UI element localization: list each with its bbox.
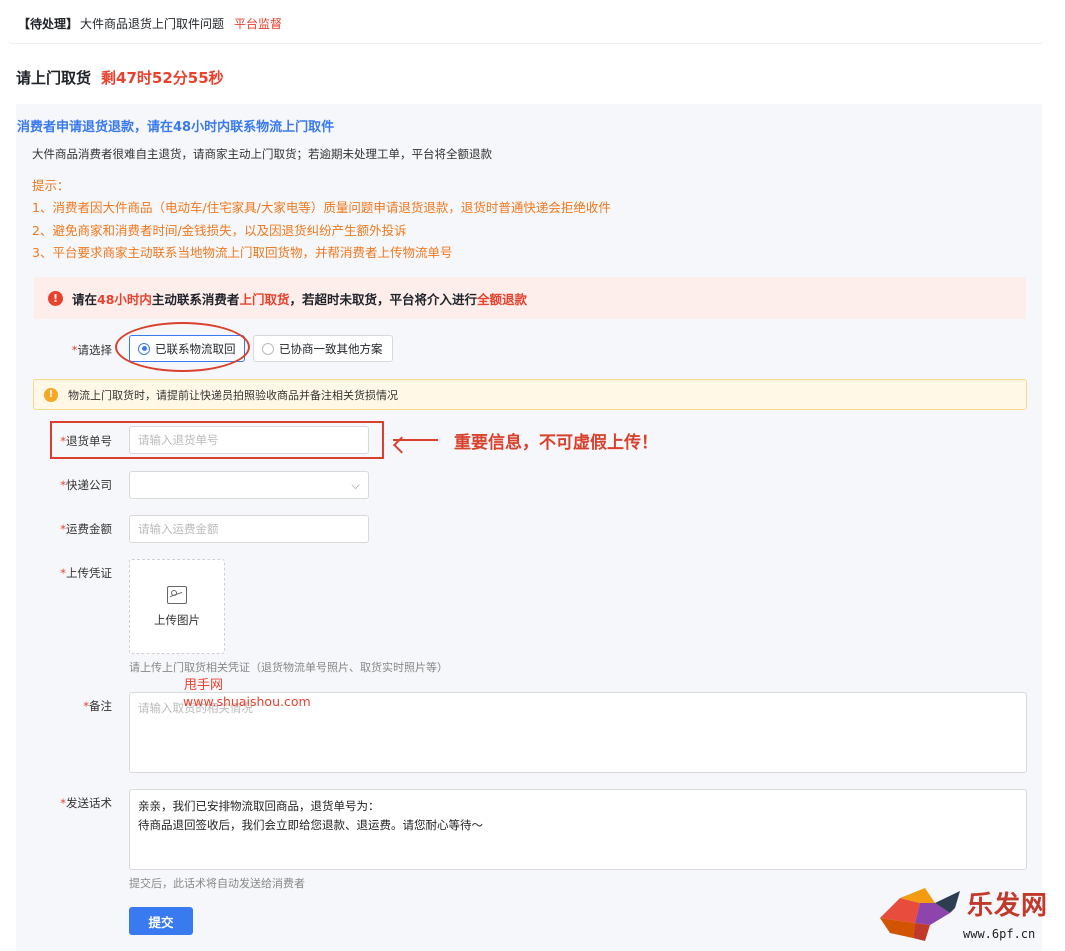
proof-label: *上传凭证 <box>60 566 112 580</box>
tip-item: 3、平台要求商家主动联系当地物流上门取回货物，并帮消费者上传物流单号 <box>32 244 453 260</box>
countdown-timer: 剩47时52分55秒 <box>101 69 224 87</box>
alert-highlight: 全额退款 <box>476 291 527 307</box>
courier-label: *快递公司 <box>60 478 112 492</box>
annotation-box <box>50 421 384 459</box>
watermark-url: www.shuaishou.com <box>183 694 311 709</box>
deadline-alert: ! 请在 48小时内 主动联系消费者 上门取货 ，若超时未取货，平台将介入进行 全额退款 <box>34 277 1026 319</box>
annotation-circle <box>115 322 250 372</box>
tip-item: 1、消费者因大件商品（电动车/住宅家具/大家电等）质量问题申请退货退款，退货时普… <box>32 200 611 216</box>
message-hint: 提交后，此话术将自动发送给消费者 <box>129 877 305 890</box>
annotation-arrow-icon <box>393 439 438 441</box>
annotation-text: 重要信息，不可虚假上传！ <box>454 433 658 453</box>
message-line: 亲亲，我们已安排物流取回商品，退货单号为： <box>138 799 380 813</box>
logo-url: www.6pf.cn <box>963 927 1036 941</box>
site-logo: 乐发网 www.6pf.cn <box>875 883 1060 948</box>
logo-brand: 乐发网 <box>967 891 1049 921</box>
choose-label: *请选择 <box>71 343 112 357</box>
warning-text: 物流上门取货时，请提前让快递员拍照验收商品并备注相关货损情况 <box>68 388 398 402</box>
message-label: *发送话术 <box>60 796 112 810</box>
alert-highlight: 48小时内 <box>97 291 152 307</box>
radio-unchecked-icon <box>262 342 274 355</box>
watermark-text: 甩手网 <box>184 678 224 693</box>
submit-button[interactable]: 提交 <box>129 907 193 935</box>
message-line: 待商品退回签收后，我们会立即给您退款、退运费。请您耐心等待～ <box>138 818 483 832</box>
page-title-text: 请上门取货 <box>16 69 92 87</box>
message-textarea[interactable]: 亲亲，我们已安排物流取回商品，退货单号为： 待商品退回签收后，我们会立即给您退款… <box>129 789 1027 870</box>
alert-text: 主动联系消费者 <box>151 291 240 307</box>
alert-text: ，若超时未取货，平台将介入进行 <box>289 291 477 307</box>
image-icon <box>167 585 187 604</box>
option-other-plan[interactable]: 已协商一致其他方案 <box>253 335 393 362</box>
alert-text: 请在 <box>72 291 98 307</box>
courier-select[interactable]: ⌵ <box>129 471 369 499</box>
page-title: 请上门取货 剩47时52分55秒 <box>16 67 224 88</box>
pickup-warning: ! 物流上门取货时，请提前让快递员拍照验收商品并备注相关货损情况 <box>33 379 1027 410</box>
tips-title: 提示： <box>32 178 70 193</box>
tip-item: 2、避免商家和消费者时间/金钱损失，以及因退货纠纷产生额外投诉 <box>32 222 407 238</box>
upload-label: 上传图片 <box>154 612 200 627</box>
fee-label: *运费金额 <box>60 522 112 536</box>
ticket-status: 【待处理】 <box>18 17 79 31</box>
bull-logo-icon <box>880 888 960 941</box>
ticket-title: 大件商品退货上门取件问题 <box>80 17 225 31</box>
freight-amount-input[interactable]: 请输入运费金额 <box>129 515 369 543</box>
tips-list: 提示： 1、消费者因大件商品（电动车/住宅家具/大家电等）质量问题申请退货退款，… <box>32 175 611 264</box>
chevron-down-icon: ⌵ <box>351 477 360 492</box>
warning-icon: ! <box>44 387 58 402</box>
ticket-header: 【待处理】 大件商品退货上门取件问题 平台监督 <box>8 4 1044 44</box>
upload-image-button[interactable]: 上传图片 <box>129 559 225 654</box>
notice-primary: 消费者申请退货退款，请在48小时内联系物流上门取件 <box>17 120 335 135</box>
proof-hint: 请上传上门取货相关凭证（退货物流单号照片、取货实时照片等） <box>129 661 448 674</box>
alert-highlight: 上门取货 <box>239 291 290 307</box>
option-label: 已协商一致其他方案 <box>279 341 383 356</box>
platform-supervision-tag: 平台监督 <box>234 17 283 31</box>
remark-label: *备注 <box>83 699 112 713</box>
notice-secondary: 大件商品消费者很难自主退货，请商家主动上门取货；若逾期未处理工单，平台将全额退款 <box>32 147 492 161</box>
exclamation-icon: ! <box>48 290 63 306</box>
